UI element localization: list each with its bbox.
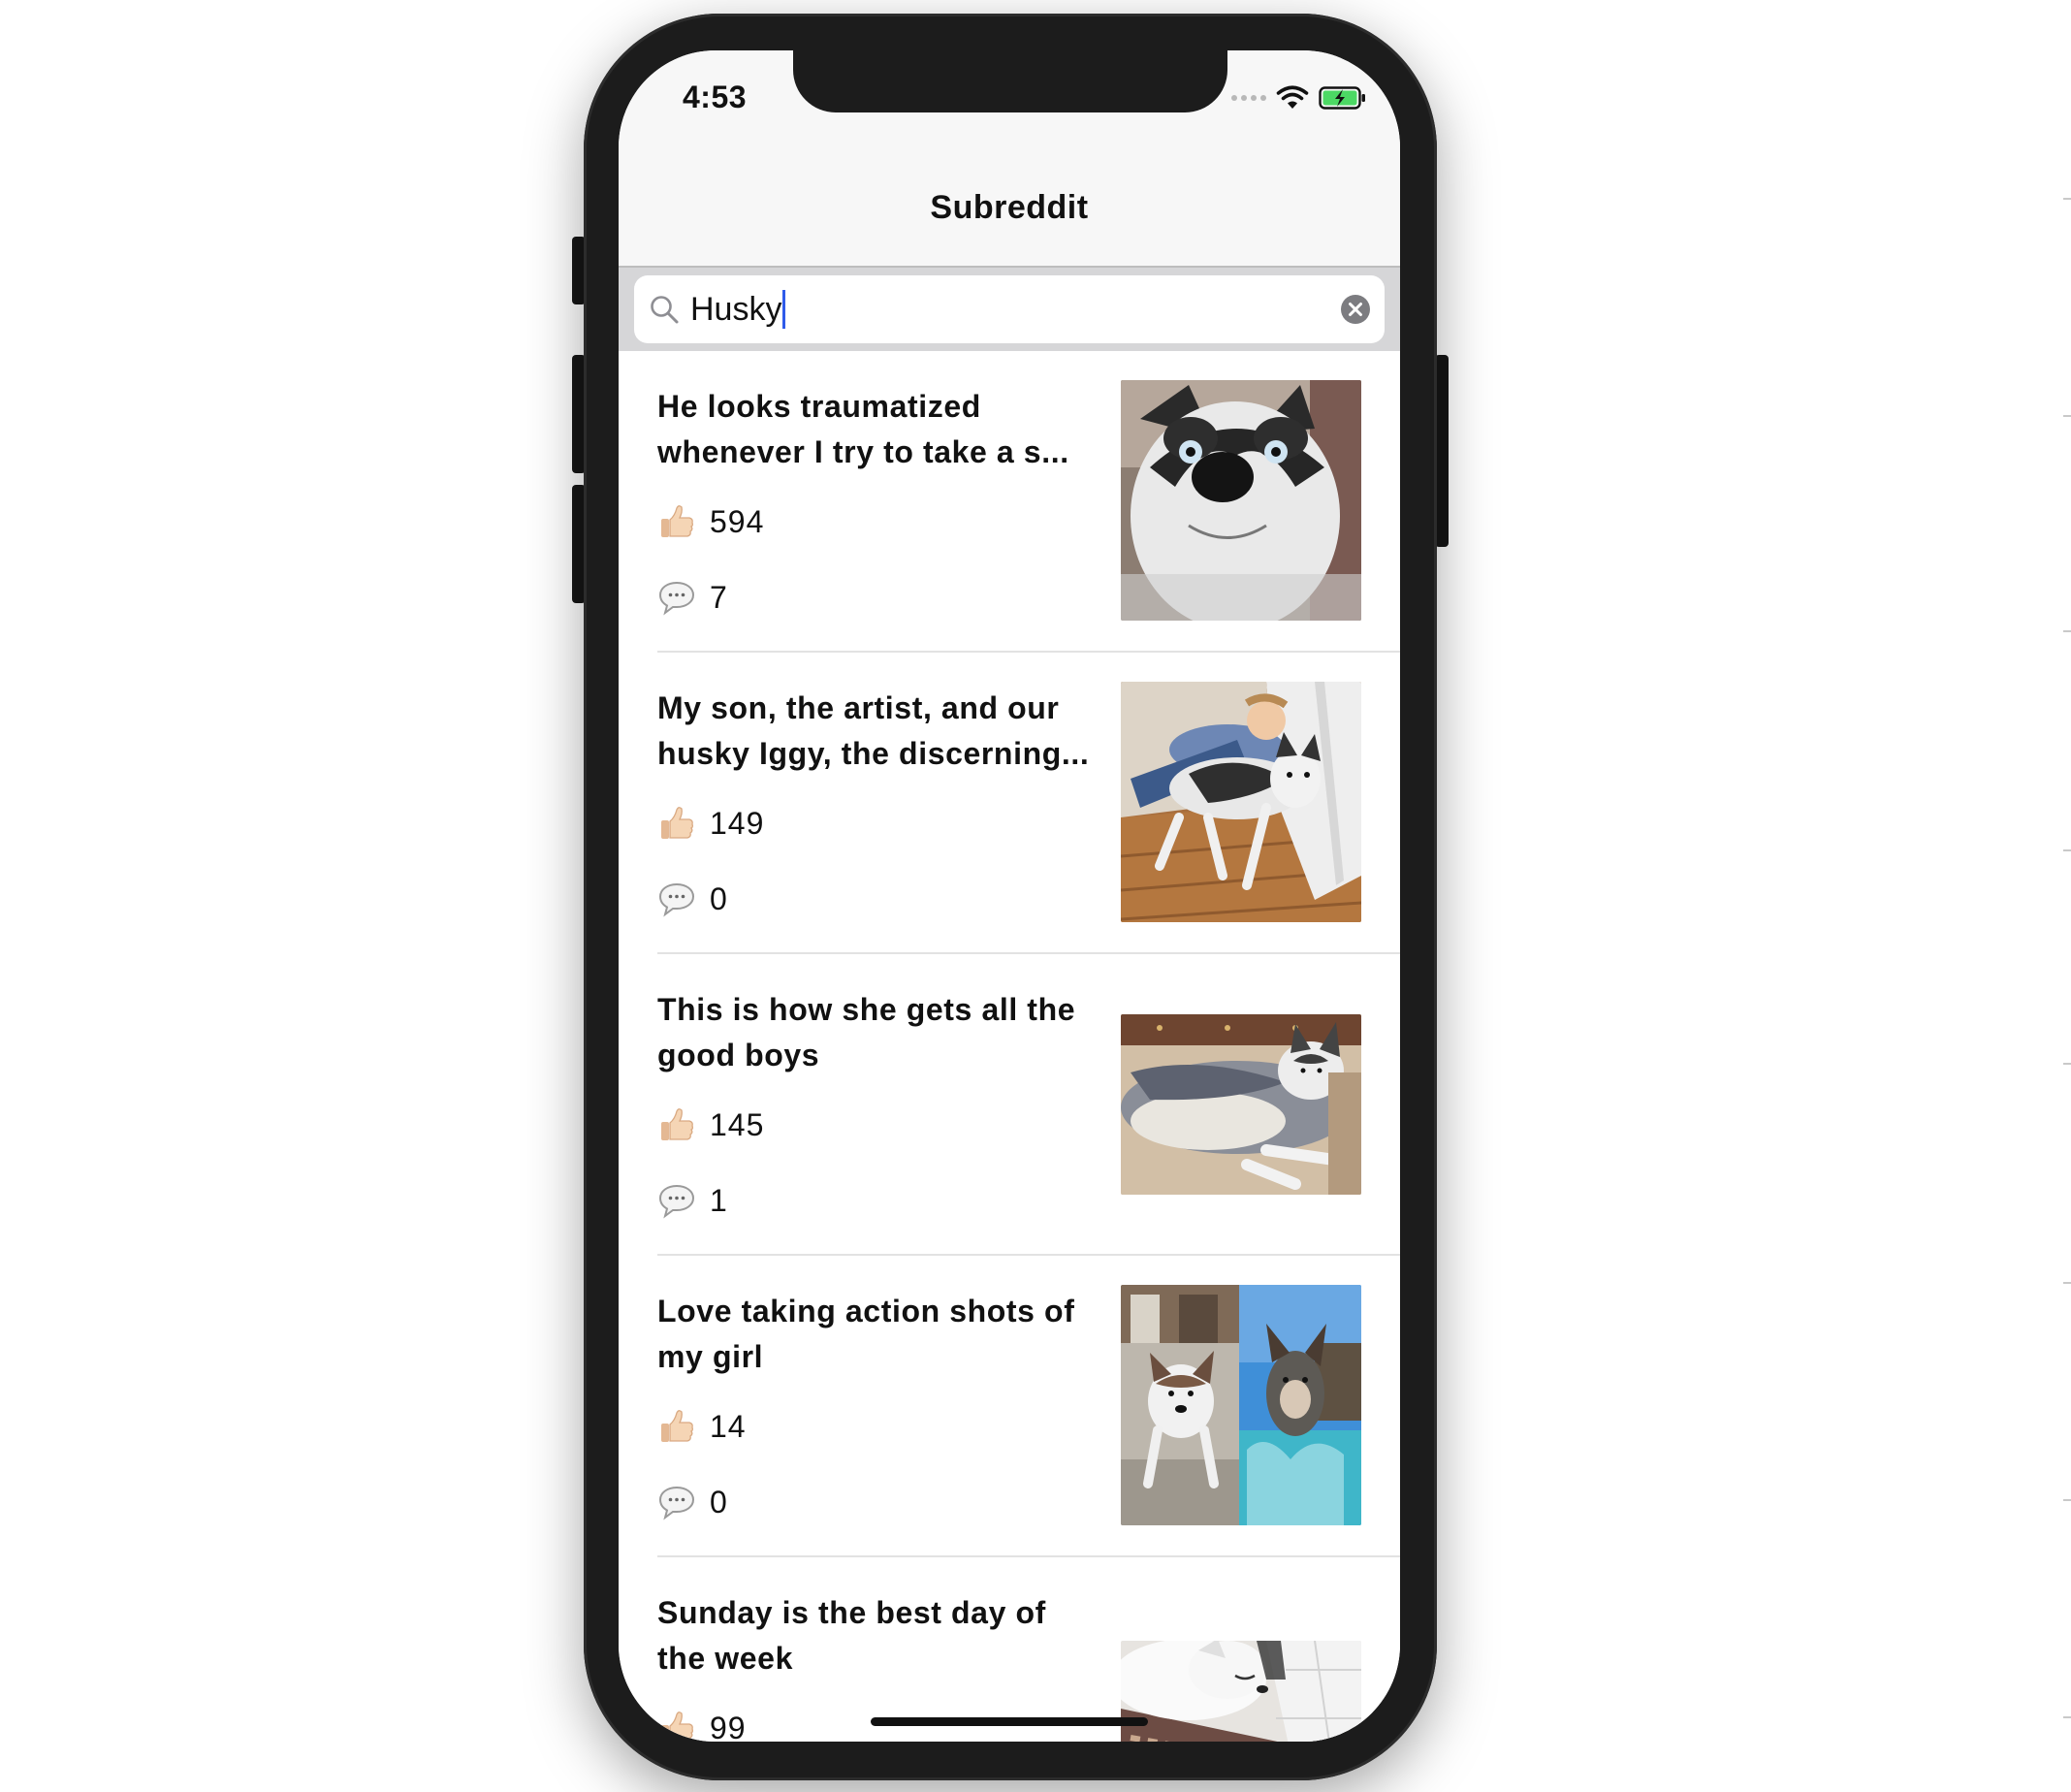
canvas-edge-ticks xyxy=(2057,0,2071,1792)
home-indicator[interactable] xyxy=(871,1717,1148,1726)
speech-bubble-icon xyxy=(658,581,695,616)
post-title: This is how she gets all the good boys xyxy=(657,992,1076,1072)
comments-count: 1 xyxy=(710,1182,728,1218)
list-item[interactable]: Sunday is the best day of the week 99 xyxy=(619,1557,1400,1742)
speech-bubble-icon xyxy=(658,1184,695,1219)
search-icon xyxy=(651,296,679,324)
post-thumbnail[interactable] xyxy=(1121,1641,1361,1742)
speech-bubble-icon xyxy=(658,882,695,917)
status-time: 4:53 xyxy=(683,80,748,114)
search-input[interactable]: Husky xyxy=(690,279,786,339)
likes: 14 xyxy=(657,1407,747,1446)
comments: 0 xyxy=(657,880,728,918)
comments-count: 0 xyxy=(710,1484,728,1520)
device-notch xyxy=(793,50,1227,112)
likes-count: 99 xyxy=(710,1710,747,1743)
post-title: He looks traumatized whenever I try to t… xyxy=(657,389,1069,469)
search-bar: Husky xyxy=(619,268,1400,351)
comments: 1 xyxy=(657,1181,728,1220)
simulator-canvas: 4:53 Subreddit Husky He looks traumatize… xyxy=(0,0,2071,1792)
likes-count: 14 xyxy=(710,1408,747,1444)
comments-count: 0 xyxy=(710,880,728,916)
list-item[interactable]: This is how she gets all the good boys 1… xyxy=(619,954,1400,1256)
likes-count: 145 xyxy=(710,1106,765,1142)
comments-count: 7 xyxy=(710,579,728,615)
post-title: Sunday is the best day of the week xyxy=(657,1595,1046,1676)
likes: 145 xyxy=(657,1105,764,1144)
signal-icon xyxy=(1231,95,1266,101)
thumbs-up-icon xyxy=(661,505,693,537)
text-caret xyxy=(782,290,786,330)
navigation-bar: Subreddit xyxy=(619,157,1400,268)
list-item[interactable]: He looks traumatized whenever I try to t… xyxy=(619,351,1400,653)
likes: 99 xyxy=(657,1709,747,1742)
clear-icon[interactable] xyxy=(1340,294,1371,325)
comments: 7 xyxy=(657,578,728,617)
likes-count: 594 xyxy=(710,503,765,539)
search-field[interactable]: Husky xyxy=(634,275,1385,343)
list-item[interactable]: My son, the artist, and our husky Iggy, … xyxy=(619,653,1400,954)
thumbs-up-icon xyxy=(661,807,693,839)
post-thumbnail[interactable] xyxy=(1121,1014,1361,1195)
search-input-value: Husky xyxy=(690,291,782,328)
thumbs-up-icon xyxy=(661,1108,693,1140)
post-title: My son, the artist, and our husky Iggy, … xyxy=(657,690,1090,771)
side-button xyxy=(1435,355,1449,547)
thumbs-up-icon xyxy=(661,1410,693,1442)
thumbs-up-icon xyxy=(661,1712,693,1742)
likes: 594 xyxy=(657,502,764,541)
wifi-icon xyxy=(1276,85,1309,109)
list-item[interactable]: Love taking action shots of my girl 14 0 xyxy=(619,1256,1400,1557)
likes-count: 149 xyxy=(710,805,765,841)
speech-bubble-icon xyxy=(658,1486,695,1520)
post-thumbnail[interactable] xyxy=(1121,380,1361,621)
post-title: Love taking action shots of my girl xyxy=(657,1294,1075,1374)
page-title: Subreddit xyxy=(930,189,1089,226)
status-icons xyxy=(1231,85,1367,111)
phone-screen: 4:53 Subreddit Husky He looks traumatize… xyxy=(619,50,1400,1742)
post-thumbnail[interactable] xyxy=(1121,682,1361,922)
battery-charging-icon xyxy=(1319,86,1365,110)
post-thumbnail[interactable] xyxy=(1121,1285,1361,1525)
comments: 0 xyxy=(657,1483,728,1521)
post-list: He looks traumatized whenever I try to t… xyxy=(619,351,1400,1742)
likes: 149 xyxy=(657,804,764,843)
